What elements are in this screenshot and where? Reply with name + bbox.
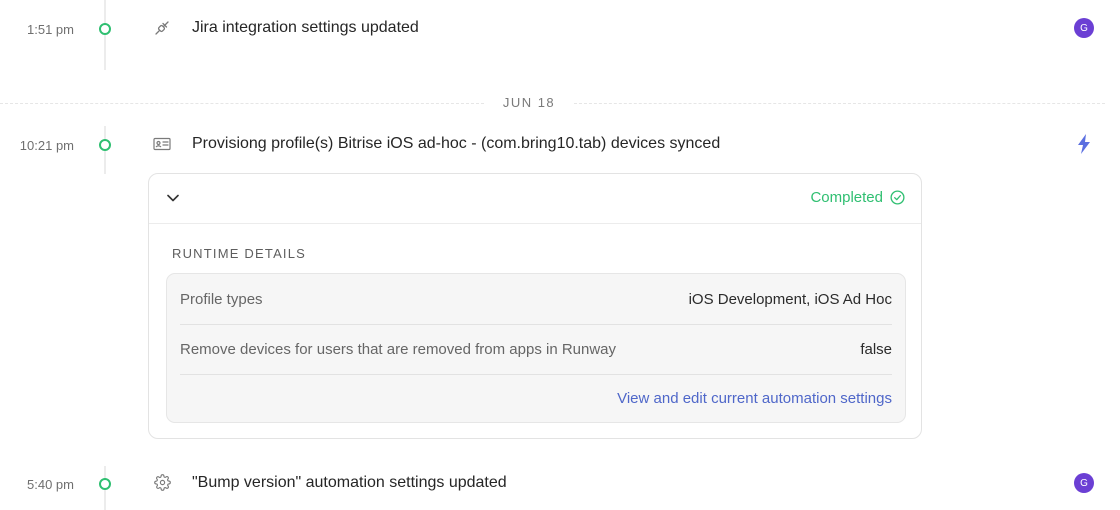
timeline-dot bbox=[99, 478, 111, 490]
edit-automation-settings-link[interactable]: View and edit current automation setting… bbox=[617, 390, 892, 407]
section-label: RUNTIME DETAILS bbox=[172, 246, 307, 261]
timeline-line bbox=[104, 0, 106, 70]
status-badge: Completed bbox=[810, 189, 905, 206]
bolt-icon bbox=[1074, 134, 1094, 154]
event-title: Jira integration settings updated bbox=[192, 19, 419, 36]
status-label: Completed bbox=[810, 189, 883, 206]
divider bbox=[0, 103, 484, 104]
detail-key: Remove devices for users that are remove… bbox=[180, 340, 617, 358]
divider bbox=[574, 103, 1105, 104]
detail-row: Remove devices for users that are remove… bbox=[180, 324, 892, 375]
detail-row: Profile types iOS Development, iOS Ad Ho… bbox=[180, 274, 892, 325]
event-time: 1:51 pm bbox=[27, 22, 74, 37]
card-header[interactable]: Completed bbox=[149, 174, 921, 224]
avatar[interactable]: G bbox=[1074, 473, 1094, 493]
runtime-details-panel: Profile types iOS Development, iOS Ad Ho… bbox=[166, 273, 906, 423]
detail-value: false bbox=[860, 340, 892, 358]
avatar-initial: G bbox=[1080, 477, 1088, 489]
detail-value: iOS Development, iOS Ad Hoc bbox=[688, 290, 892, 308]
avatar-initial: G bbox=[1080, 22, 1088, 34]
event-time: 5:40 pm bbox=[27, 477, 74, 492]
date-label: JUN 18 bbox=[502, 95, 556, 110]
detail-key: Profile types bbox=[180, 290, 263, 308]
avatar[interactable]: G bbox=[1074, 18, 1094, 38]
chevron-down-icon[interactable] bbox=[165, 190, 181, 206]
event-time: 10:21 pm bbox=[19, 138, 74, 153]
link-row: View and edit current automation setting… bbox=[180, 374, 892, 423]
date-separator: JUN 18 bbox=[0, 94, 1105, 112]
event-title: Provisiong profile(s) Bitrise iOS ad-hoc… bbox=[192, 135, 721, 152]
timeline-dot bbox=[99, 23, 111, 35]
event-title: "Bump version" automation settings updat… bbox=[192, 474, 507, 491]
plug-icon bbox=[152, 18, 172, 38]
automation-run-card: Completed RUNTIME DETAILS Profile types … bbox=[148, 173, 922, 439]
check-circle-icon bbox=[890, 190, 905, 205]
gear-icon bbox=[152, 472, 172, 492]
timeline-dot bbox=[99, 139, 111, 151]
id-card-icon bbox=[152, 134, 172, 154]
